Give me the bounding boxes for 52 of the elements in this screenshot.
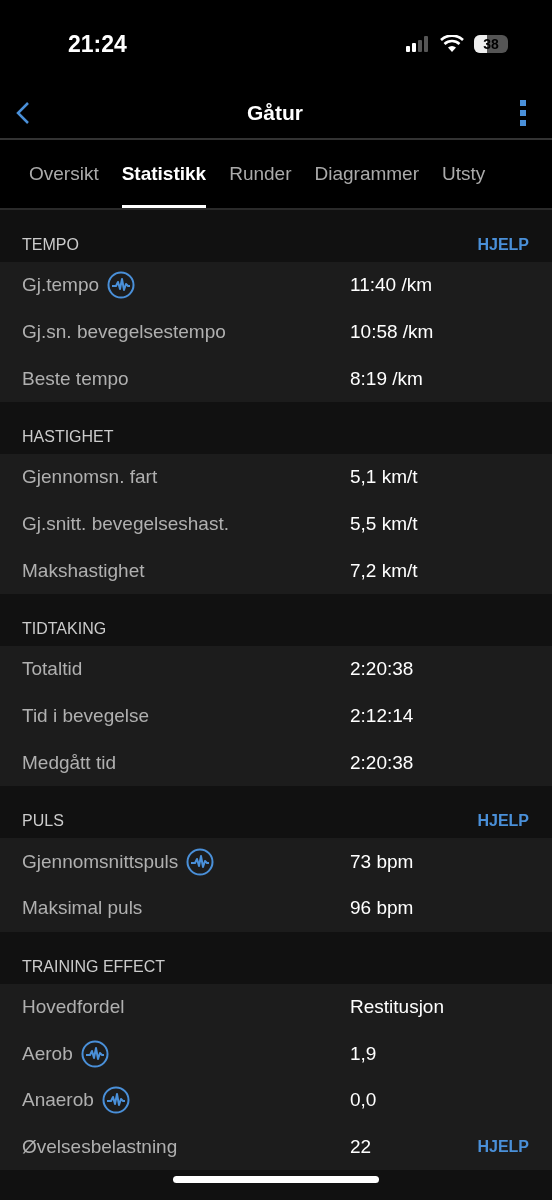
stat-label: Gj.sn. bevegelsestempo [22,321,226,344]
stat-value: 8:19 /km [350,367,424,390]
stat-label: Gj.snitt. bevegelseshast. [22,513,229,536]
waveform-icon[interactable] [101,1086,130,1115]
stat-value: 22 [350,1135,373,1158]
stat-value: 96 bpm [350,897,415,920]
stat-value: 2:12:14 [350,705,415,728]
stat-value: 5,5 km/t [350,513,419,536]
waveform-icon[interactable] [107,271,136,300]
status-time: 21:24 [68,30,127,58]
stat-value: 5,1 km/t [350,466,419,489]
stat-value: 2:20:38 [350,751,415,774]
tab[interactable]: Oversikt [29,140,99,208]
tab[interactable]: Utsty [442,140,486,208]
stat-value: 10:58 /km [350,321,435,344]
more-icon[interactable] [520,100,526,126]
stat-value: 1,9 [350,1042,378,1065]
stat-label: Gjennomsnittspuls [22,850,179,873]
stat-value: 7,2 km/t [350,559,419,582]
waveform-icon[interactable] [186,847,215,876]
waveform-icon[interactable] [80,1039,109,1068]
stat-label: Tid i bevegelse [22,705,150,728]
stat-value: Restitusjon [350,995,445,1018]
tab[interactable]: Diagrammer [314,140,420,208]
stat-label: Totaltid [22,658,83,681]
signal-icon [406,36,430,52]
back-icon[interactable] [16,101,30,125]
section-title: PULS [22,812,64,831]
stat-label: Medgått tid [22,751,116,774]
stat-label: Gjennomsn. fart [22,466,158,489]
section-title: TIDTAKING [22,620,107,639]
stat-label: Gj.tempo [22,274,100,297]
screen-title: Gåtur [247,101,303,125]
stat-label: Beste tempo [22,367,129,390]
stat-label: Anaerob [22,1089,94,1112]
stat-label: Hovedfordel [22,995,125,1018]
stat-value: 11:40 /km [350,274,434,297]
stat-value: 2:20:38 [350,658,415,681]
stat-value: 73 bpm [350,850,415,873]
help-link[interactable]: HJELP [477,236,529,254]
stat-value: 0,0 [350,1089,378,1112]
section-title: TRAINING EFFECT [22,957,166,976]
stat-label: Makshastighet [22,559,145,582]
stat-label: Øvelsesbelastning [22,1135,178,1158]
help-link[interactable]: HJELP [477,1137,529,1156]
help-link[interactable]: HJELP [477,812,529,831]
section-title: HASTIGHET [22,428,114,447]
stat-label: Aerob [22,1042,73,1065]
tab[interactable]: Runder [229,140,292,208]
stat-label: Maksimal puls [22,897,143,920]
wifi-icon [440,35,464,53]
section-title: TEMPO [22,236,79,254]
